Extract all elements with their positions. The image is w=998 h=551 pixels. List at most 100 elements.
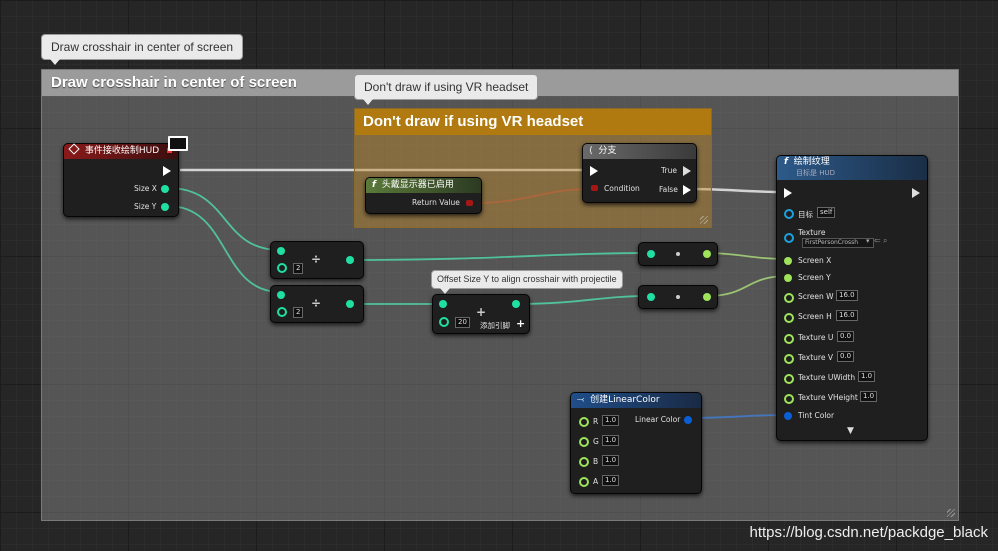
hmd-return-value-pin[interactable] bbox=[466, 200, 473, 206]
outer-comment-resize-grip[interactable] bbox=[947, 509, 955, 517]
conv-2-output-pin[interactable] bbox=[703, 293, 711, 301]
add-node-comment-bubble[interactable]: Offset Size Y to align crosshair with pr… bbox=[431, 270, 623, 294]
draw-texture-texture-u-pin[interactable] bbox=[784, 334, 794, 344]
draw-texture-screen-h-pin[interactable] bbox=[784, 313, 794, 323]
conv-1-input-pin[interactable] bbox=[647, 250, 655, 258]
hmd-node-header: f 头戴显示器已启用 bbox=[366, 178, 481, 193]
draw-texture-screen-w-pin[interactable] bbox=[784, 293, 794, 303]
draw-texture-texture-v-field[interactable]: 0.0 bbox=[837, 351, 855, 362]
function-icon: f bbox=[372, 180, 376, 190]
draw-texture-target-pin[interactable] bbox=[784, 209, 794, 219]
linear-color-node-title: 创建LinearColor bbox=[590, 395, 660, 405]
draw-texture-texture-u-field[interactable]: 0.0 bbox=[837, 331, 855, 342]
draw-texture-screen-w-label: Screen W bbox=[798, 292, 834, 301]
conv-1-output-pin[interactable] bbox=[703, 250, 711, 258]
vr-comment-resize-grip[interactable] bbox=[700, 216, 708, 224]
event-size-x-label: Size X bbox=[134, 184, 157, 193]
draw-texture-texture-uwidth-pin[interactable] bbox=[784, 374, 794, 384]
divide-2-input-a-pin[interactable] bbox=[277, 291, 285, 299]
draw-texture-screen-h-label: Screen H bbox=[798, 312, 832, 321]
branch-condition-pin[interactable] bbox=[591, 185, 598, 191]
divide-node-2[interactable]: 2 ÷ bbox=[270, 285, 364, 323]
draw-texture-exec-in-pin[interactable] bbox=[784, 188, 792, 198]
draw-texture-texture-uwidth-field[interactable]: 1.0 bbox=[858, 371, 876, 382]
draw-texture-texture-select[interactable]: FirstPersonCrossh bbox=[802, 238, 874, 248]
event-size-x-pin[interactable] bbox=[161, 185, 169, 193]
branch-false-label: False bbox=[659, 185, 678, 194]
linear-color-output-pin[interactable] bbox=[684, 416, 692, 424]
linear-color-b-field[interactable]: 1.0 bbox=[602, 455, 620, 466]
make-struct-icon: ⤙ bbox=[577, 395, 585, 405]
draw-texture-texture-uwidth-label: Texture UWidth bbox=[798, 373, 856, 382]
linear-color-r-field[interactable]: 1.0 bbox=[602, 415, 620, 426]
branch-true-pin[interactable] bbox=[683, 166, 691, 176]
add-operator: + bbox=[476, 305, 487, 319]
draw-texture-exec-out-pin[interactable] bbox=[912, 188, 920, 198]
divide-1-input-b-field[interactable]: 2 bbox=[293, 263, 304, 274]
use-asset-arrow-icon[interactable]: ⇐ bbox=[874, 236, 881, 245]
linear-color-a-field[interactable]: 1.0 bbox=[602, 475, 620, 486]
draw-texture-tint-color-pin[interactable] bbox=[784, 412, 792, 420]
linear-color-r-pin[interactable] bbox=[579, 417, 589, 427]
linear-color-b-pin[interactable] bbox=[579, 457, 589, 467]
draw-texture-texture-u-label: Texture U bbox=[798, 333, 834, 342]
function-icon: f bbox=[784, 157, 788, 167]
branch-node[interactable]: ⟨ 分支 True Condition False bbox=[582, 143, 697, 203]
event-exec-out-pin[interactable] bbox=[163, 166, 171, 176]
add-input-a-pin[interactable] bbox=[439, 300, 447, 308]
draw-texture-texture-label: Texture bbox=[798, 228, 826, 237]
int-to-float-node-2[interactable] bbox=[638, 285, 718, 309]
divide-2-input-b-pin[interactable] bbox=[277, 307, 287, 317]
draw-texture-texture-vheight-pin[interactable] bbox=[784, 394, 794, 404]
add-pin-label[interactable]: 添加引脚 bbox=[480, 320, 510, 331]
draw-texture-texture-pin[interactable] bbox=[784, 233, 794, 243]
outer-comment-bubble[interactable]: Draw crosshair in center of screen bbox=[41, 34, 244, 65]
add-node[interactable]: 20 + 添加引脚 + bbox=[432, 294, 530, 334]
vr-comment-bubble[interactable]: Don't draw if using VR headset bbox=[354, 74, 539, 105]
add-output-pin[interactable] bbox=[512, 300, 520, 308]
divide-1-output-pin[interactable] bbox=[346, 256, 354, 264]
linear-color-a-pin[interactable] bbox=[579, 477, 589, 487]
event-size-y-pin[interactable] bbox=[161, 203, 169, 211]
divide-1-input-a-pin[interactable] bbox=[277, 247, 285, 255]
conv-2-dot-icon bbox=[676, 295, 680, 299]
branch-node-title: 分支 bbox=[598, 146, 617, 156]
hmd-enabled-node[interactable]: f 头戴显示器已启用 Return Value bbox=[365, 177, 482, 214]
draw-texture-texture-v-label: Texture V bbox=[798, 353, 833, 362]
draw-texture-target-field: self bbox=[817, 207, 836, 218]
draw-texture-screen-x-label: Screen X bbox=[798, 256, 832, 265]
divide-1-input-b-pin[interactable] bbox=[277, 263, 287, 273]
draw-texture-node[interactable]: f 绘制纹理 目标是 HUD 目标 self Texture FirstPers… bbox=[776, 155, 928, 441]
add-input-b-field[interactable]: 20 bbox=[455, 317, 470, 328]
draw-texture-screen-h-field[interactable]: 16.0 bbox=[836, 310, 858, 321]
watermark-text: https://blog.csdn.net/packdge_black bbox=[749, 524, 989, 541]
linear-color-output-label: Linear Color bbox=[635, 415, 681, 424]
divide-2-input-b-field[interactable]: 2 bbox=[293, 307, 304, 318]
add-input-b-pin[interactable] bbox=[439, 317, 449, 327]
branch-node-header: ⟨ 分支 bbox=[583, 144, 696, 159]
expand-advanced-chevron-icon[interactable]: ▼ bbox=[847, 426, 854, 436]
add-pin-plus-icon[interactable]: + bbox=[516, 317, 525, 330]
browse-search-icon[interactable]: ⌕ bbox=[883, 236, 887, 246]
make-linear-color-node[interactable]: ⤙ 创建LinearColor Linear Color R 1.0 G 1.0… bbox=[570, 392, 702, 494]
branch-exec-in-pin[interactable] bbox=[590, 166, 598, 176]
linear-color-g-pin[interactable] bbox=[579, 437, 589, 447]
divide-1-operator: ÷ bbox=[311, 252, 322, 266]
linear-color-r-label: R bbox=[593, 417, 599, 426]
linear-color-b-label: B bbox=[593, 457, 599, 466]
event-receive-draw-hud-node[interactable]: 事件接收绘制HUD Size X Size Y bbox=[63, 143, 179, 217]
linear-color-g-label: G bbox=[593, 437, 599, 446]
divide-node-1[interactable]: 2 ÷ bbox=[270, 241, 364, 279]
draw-texture-screen-y-pin[interactable] bbox=[784, 274, 792, 282]
divide-2-output-pin[interactable] bbox=[346, 300, 354, 308]
branch-false-pin[interactable] bbox=[683, 185, 691, 195]
draw-texture-texture-v-pin[interactable] bbox=[784, 354, 794, 364]
conv-2-input-pin[interactable] bbox=[647, 293, 655, 301]
event-node-header: 事件接收绘制HUD bbox=[64, 143, 178, 159]
linear-color-g-field[interactable]: 1.0 bbox=[602, 435, 620, 446]
draw-texture-screen-x-pin[interactable] bbox=[784, 257, 792, 265]
draw-texture-screen-w-field[interactable]: 16.0 bbox=[836, 290, 858, 301]
draw-texture-texture-vheight-field[interactable]: 1.0 bbox=[860, 391, 878, 402]
int-to-float-node-1[interactable] bbox=[638, 242, 718, 266]
dropdown-arrow-icon[interactable]: ▾ bbox=[866, 237, 870, 245]
